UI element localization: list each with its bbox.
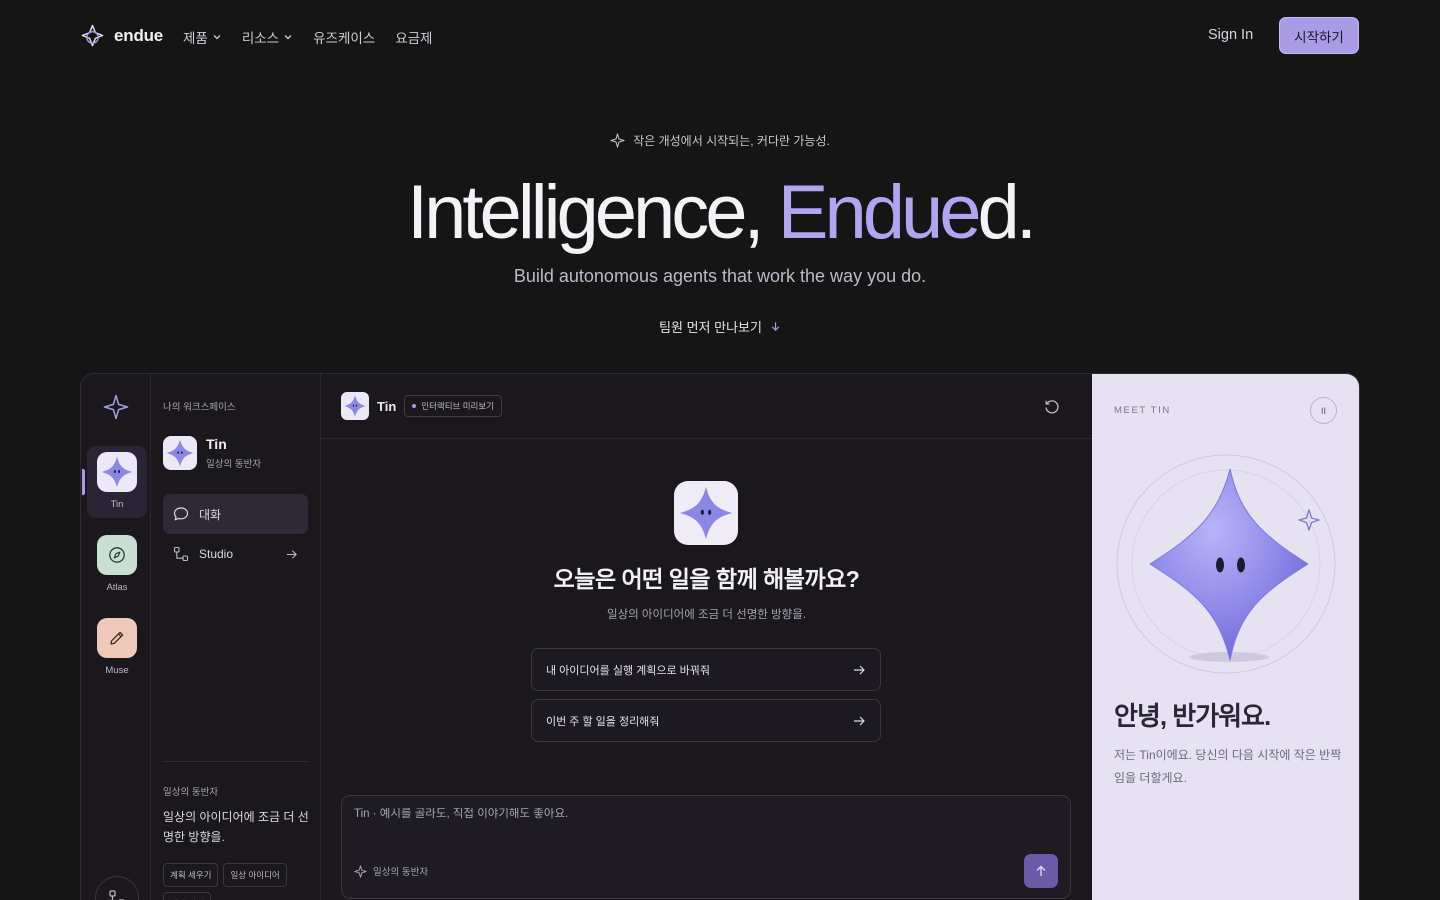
- tin-avatar-large: [674, 481, 738, 545]
- studio-flow-icon: [173, 546, 189, 562]
- meet-team-label: 팀원 먼저 만나보기: [659, 320, 762, 335]
- chevron-down-icon: [284, 35, 292, 40]
- arrow-down-icon: [771, 322, 780, 332]
- rail-item-label: Muse: [105, 665, 129, 676]
- hero-tagline: 작은 개성에서 시작되는, 커다란 가능성.: [0, 132, 1440, 149]
- top-nav: endue 제품 리소스 유즈케이스 요금제 Sign In 시작하기: [0, 0, 1440, 72]
- preview-badge-label: 인터랙티브 미리보기: [421, 401, 495, 411]
- nav-link-label: 유즈케이스: [313, 31, 376, 46]
- compass-icon: [97, 535, 137, 575]
- arrow-up-icon: [1036, 865, 1046, 876]
- workflow-button[interactable]: [95, 876, 139, 900]
- workspace-agent-name: Tin: [206, 436, 227, 452]
- headline-accent: Endue: [777, 170, 982, 255]
- sign-in-link[interactable]: Sign In: [1208, 27, 1253, 43]
- tagline-text: 작은 개성에서 시작되는, 커다란 가능성.: [633, 134, 830, 148]
- chat-subtitle: 일상의 아이디어에 조금 더 선명한 방향을.: [606, 609, 807, 621]
- app-preview: Tin Atlas Muse 나의 워크스페이스 Tin 일상의 동반자 대화 …: [80, 373, 1360, 900]
- nav-link-usecases[interactable]: 유즈케이스: [313, 27, 375, 47]
- tin-avatar: [163, 436, 197, 470]
- sparkle-icon: [610, 133, 625, 148]
- skill-chip[interactable]: 생각 정리: [163, 892, 211, 900]
- headline-end: d.: [977, 170, 1037, 255]
- suggestion-button[interactable]: 이번 주 할 일을 정리해줘: [531, 699, 881, 742]
- nav-link-label: 요금제: [395, 31, 433, 46]
- arrow-right-icon: [854, 665, 865, 674]
- composer-agent-label: 일상의 동반자: [373, 867, 429, 878]
- send-button[interactable]: [1024, 854, 1058, 888]
- brand-name: endue: [114, 25, 164, 45]
- nav-links: 제품 리소스 유즈케이스 요금제: [183, 27, 432, 47]
- agent-rail: Tin Atlas Muse: [81, 374, 151, 900]
- rail-item-label: Tin: [110, 499, 124, 510]
- pencil-icon: [97, 618, 137, 658]
- status-dot: [412, 404, 417, 408]
- workflow-icon: [109, 890, 125, 900]
- chat-agent-name: Tin: [377, 398, 397, 414]
- hero-subline: Build autonomous agents that work the wa…: [513, 266, 927, 286]
- meet-title: 안녕, 반가워요.: [1114, 701, 1271, 731]
- meet-panel: MEET TIN II 안녕, 반가워요. 저는 Tin이에요. 당신의 다음 …: [1092, 374, 1359, 900]
- nav-item-chat[interactable]: 대화: [163, 494, 308, 534]
- tin-star-icon: [679, 486, 733, 540]
- meet-team-link[interactable]: 팀원 먼저 만나보기: [0, 317, 1440, 336]
- get-started-button[interactable]: 시작하기: [1279, 17, 1359, 54]
- nav-item-label: 대화: [199, 507, 222, 522]
- nav-link-label: 제품: [183, 31, 208, 46]
- workspace-panel: 나의 워크스페이스 Tin 일상의 동반자 대화 Studio 일상의 동반자 …: [151, 374, 321, 900]
- message-composer: 일상의 동반자: [341, 795, 1071, 899]
- message-input[interactable]: [354, 808, 1054, 820]
- suggestion-button[interactable]: 내 아이디어를 실행 계획으로 바꿔줘: [531, 648, 881, 691]
- meet-description: 저는 Tin이에요. 당신의 다음 시작에 작은 반짝임을 더할게요.: [1114, 748, 1342, 785]
- arrow-right-icon: [286, 549, 297, 559]
- endue-logo-icon: [81, 24, 104, 47]
- hero-headline: Intelligence, Endued.: [0, 168, 1440, 258]
- nav-link-resources[interactable]: 리소스: [242, 27, 293, 47]
- divider: [163, 761, 308, 762]
- skill-chip[interactable]: 일상 아이디어: [223, 863, 287, 887]
- suggestion-label: 내 아이디어를 실행 계획으로 바꿔줘: [546, 664, 711, 677]
- skill-chip[interactable]: 계획 세우기: [163, 863, 219, 887]
- brand-logo[interactable]: endue: [81, 24, 163, 47]
- nav-link-pricing[interactable]: 요금제: [395, 27, 432, 47]
- agent-role-description: 일상의 아이디어에 조금 더 선명한 방향을.: [163, 810, 309, 844]
- tin-star-icon: [344, 395, 366, 417]
- nav-link-products[interactable]: 제품: [183, 27, 222, 47]
- skill-chips: 계획 세우기 일상 아이디어 생각 정리: [163, 863, 313, 900]
- arrow-right-icon: [854, 716, 865, 725]
- sparkle-icon[interactable]: [103, 394, 129, 420]
- meet-label: MEET TIN: [1114, 405, 1171, 416]
- workspace-title: 나의 워크스페이스: [163, 402, 236, 413]
- active-indicator: [82, 469, 85, 495]
- chat-panel: Tin 인터랙티브 미리보기 오늘은 어떤 일을 함께 해볼까요? 일상의 아이…: [321, 374, 1092, 900]
- headline-main: Intelligence,: [407, 170, 778, 255]
- agent-role-label: 일상의 동반자: [163, 787, 219, 798]
- tin-mascot-icon: [1116, 454, 1336, 674]
- tin-star-icon: [166, 439, 194, 467]
- rail-item-tin[interactable]: Tin: [87, 446, 147, 518]
- chat-header: Tin 인터랙티브 미리보기: [321, 374, 1092, 439]
- nav-item-studio[interactable]: Studio: [163, 534, 308, 574]
- chat-bubble-icon: [173, 507, 189, 521]
- rail-item-atlas[interactable]: Atlas: [87, 529, 147, 601]
- workspace-agent: Tin 일상의 동반자: [163, 436, 261, 470]
- nav-item-label: Studio: [199, 547, 234, 561]
- chat-header-agent: Tin 인터랙티브 미리보기: [341, 392, 503, 420]
- chevron-down-icon: [213, 35, 221, 40]
- sparkle-icon: [354, 864, 367, 878]
- chat-question: 오늘은 어떤 일을 함께 해볼까요?: [553, 566, 860, 592]
- tin-star-icon: [97, 452, 137, 492]
- preview-badge: 인터랙티브 미리보기: [404, 395, 503, 417]
- suggestion-label: 이번 주 할 일을 정리해줘: [546, 715, 660, 728]
- refresh-icon[interactable]: [1043, 398, 1061, 416]
- workspace-agent-subtitle: 일상의 동반자: [206, 459, 262, 470]
- composer-agent-tag[interactable]: 일상의 동반자: [354, 864, 428, 878]
- tin-avatar: [341, 392, 369, 420]
- rail-item-muse[interactable]: Muse: [87, 612, 147, 684]
- nav-link-label: 리소스: [241, 31, 280, 46]
- pause-button[interactable]: II: [1310, 397, 1337, 424]
- workspace-agent-text: Tin 일상의 동반자: [206, 436, 261, 470]
- rail-item-label: Atlas: [106, 582, 128, 593]
